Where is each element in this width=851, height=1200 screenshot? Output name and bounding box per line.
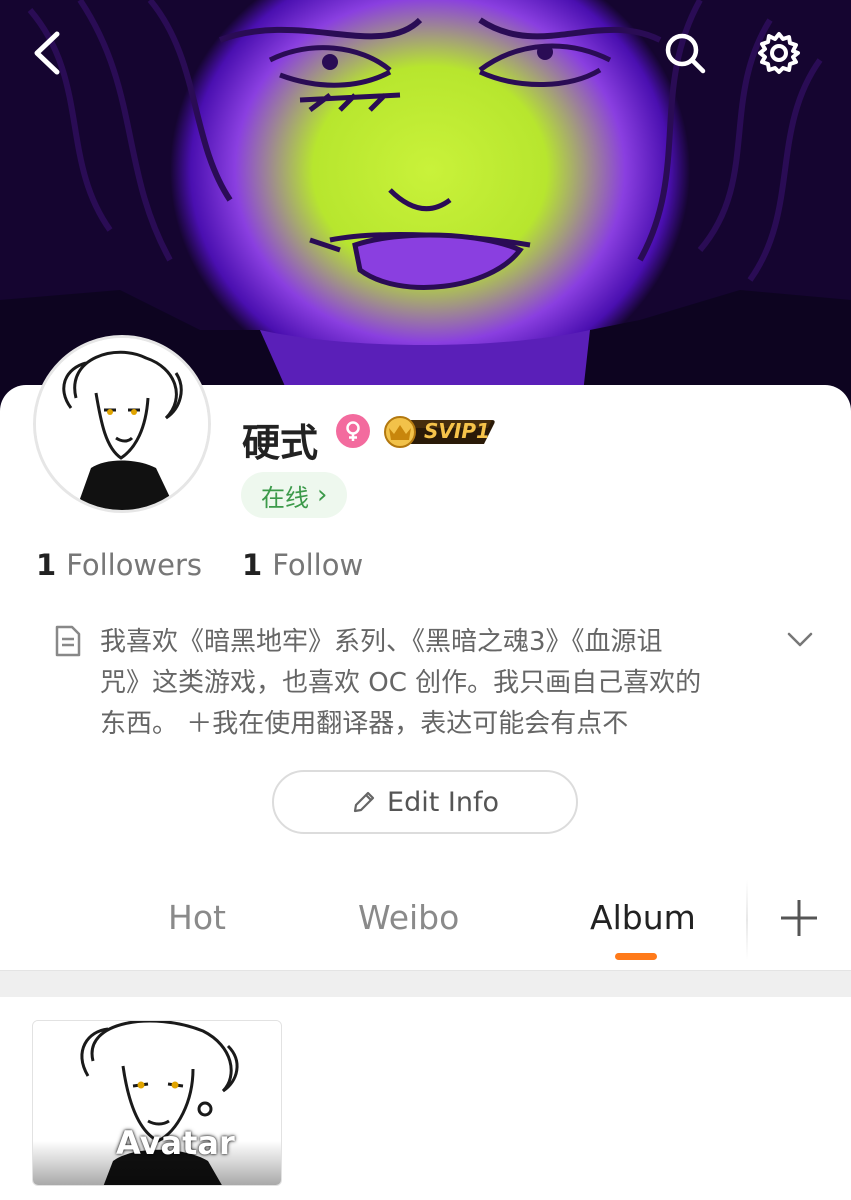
bio-line: 我喜欢《暗黑地牢》系列、《黑暗之魂3》《血源诅 [100,627,663,657]
pencil-icon [353,791,375,813]
bio-line: 咒》这类游戏，也喜欢 OC 创作。我只画自己喜欢的 [100,668,702,698]
status-label: 在线 [261,483,309,512]
document-icon [55,625,81,657]
followers-label: Followers [66,548,203,582]
bio-text[interactable]: 我喜欢《暗黑地牢》系列、《黑暗之魂3》《血源诅 咒》这类游戏，也喜欢 OC 创作… [100,622,780,745]
tab-bar: Hot Weibo Album [0,880,851,970]
avatar-image [36,338,208,510]
avatar[interactable] [33,335,211,513]
edit-info-button[interactable]: Edit Info [272,770,578,834]
tab-divider [746,880,748,960]
followers-stat[interactable]: 1 Followers [36,548,202,582]
edit-info-label: Edit Info [387,786,499,818]
followers-count: 1 [36,548,57,582]
vip-badge[interactable]: SVIP1 [380,414,496,448]
add-tab-icon[interactable] [778,897,820,939]
username: 硬式 [242,421,319,465]
settings-icon [758,32,800,74]
stats-row: 1 Followers 1 Follow [36,548,363,582]
chevron-right-icon: › [317,480,328,510]
follow-stat[interactable]: 1 Follow [242,548,363,582]
settings-button[interactable] [754,28,804,78]
back-icon [34,31,60,75]
vip-label: SVIP1 [424,419,490,443]
section-separator [0,970,851,997]
tab-weibo[interactable]: Weibo [358,898,459,937]
search-icon [665,33,706,74]
follow-count: 1 [242,548,263,582]
follow-label: Follow [272,548,364,582]
chevron-down-icon[interactable] [786,630,814,650]
search-button[interactable] [660,28,710,78]
album-item-label: Avatar [116,1124,235,1162]
online-status-button[interactable]: 在线 › [241,472,348,518]
active-tab-indicator [615,953,657,960]
tab-album[interactable]: Album [590,898,696,937]
tab-hot[interactable]: Hot [168,898,226,937]
female-icon [336,414,370,448]
back-button[interactable] [22,28,72,78]
bio-line: 东西。 ＋我在使用翻译器，表达可能会有点不 [100,709,629,739]
